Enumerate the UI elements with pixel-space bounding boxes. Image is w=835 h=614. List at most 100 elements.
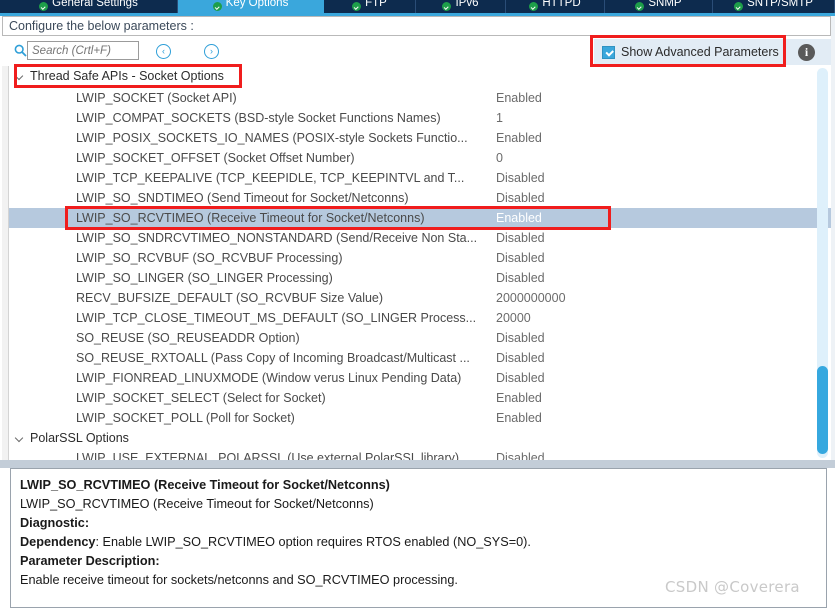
parameter-name: LWIP_SOCKET_POLL (Poll for Socket) <box>76 411 295 425</box>
checkbox-check-icon <box>602 45 615 59</box>
info-button[interactable]: i <box>782 39 831 65</box>
right-edge-strip <box>831 16 835 460</box>
tree-group-label: PolarSSL Options <box>30 431 129 445</box>
parameter-name: RECV_BUFSIZE_DEFAULT (SO_RCVBUF Size Val… <box>76 291 384 305</box>
check-circle-icon <box>529 2 539 11</box>
tab-snmp[interactable]: SNMP <box>605 0 713 13</box>
configure-bar-label: Configure the below parameters : <box>9 19 194 33</box>
parameter-name: LWIP_FIONREAD_LINUXMODE (Window verus Li… <box>76 371 462 385</box>
description-subtitle: LWIP_SO_RCVTIMEO (Receive Timeout for So… <box>20 497 374 511</box>
parameter-name: LWIP_SO_SNDTIMEO (Send Timeout for Socke… <box>76 191 409 205</box>
parameter-row[interactable]: LWIP_SOCKET_SELECT (Select for Socket) En… <box>9 388 831 408</box>
tree-group-polarssl-options[interactable]: PolarSSL Options <box>16 428 129 448</box>
dependency-label: Dependency <box>20 535 96 549</box>
parameter-row[interactable]: LWIP_SO_RCVTIMEO (Receive Timeout for So… <box>9 208 831 228</box>
tab-label: SNMP <box>648 0 682 9</box>
parameter-description-label: Parameter Description: <box>20 554 160 568</box>
parameter-value[interactable]: 20000 <box>496 311 696 325</box>
tab-label: FTP <box>365 0 387 9</box>
search-icon <box>14 44 27 57</box>
check-circle-icon <box>635 2 645 11</box>
search-input[interactable] <box>27 41 139 60</box>
check-circle-icon <box>734 2 744 11</box>
tab-sntp-smtp[interactable]: SNTP/SMTP <box>713 0 835 13</box>
pane-splitter[interactable] <box>0 460 835 468</box>
parameter-value[interactable]: 1 <box>496 111 696 125</box>
parameter-value[interactable]: Disabled <box>496 271 696 285</box>
search-prev-button[interactable]: ‹ <box>156 44 171 59</box>
tree-group-thread-safe-apis-socket-options[interactable]: Thread Safe APIs - Socket Options <box>16 66 224 86</box>
parameter-value[interactable]: Disabled <box>496 191 696 205</box>
parameter-value[interactable]: Enabled <box>496 131 696 145</box>
parameter-row[interactable]: LWIP_POSIX_SOCKETS_IO_NAMES (POSIX-style… <box>9 128 831 148</box>
parameter-row[interactable]: LWIP_SO_RCVBUF (SO_RCVBUF Processing) Dis… <box>9 248 831 268</box>
description-title: LWIP_SO_RCVTIMEO (Receive Timeout for So… <box>20 478 390 492</box>
tab-label: HTTPD <box>542 0 581 9</box>
check-circle-icon <box>352 2 362 11</box>
chevron-down-icon <box>16 72 25 81</box>
parameter-value[interactable]: Disabled <box>496 171 696 185</box>
check-circle-icon <box>212 2 222 11</box>
tab-ipv6[interactable]: IPv6 <box>416 0 506 13</box>
parameter-name: LWIP_TCP_CLOSE_TIMEOUT_MS_DEFAULT (SO_LI… <box>76 311 477 325</box>
parameter-row[interactable]: LWIP_FIONREAD_LINUXMODE (Window verus Li… <box>9 368 831 388</box>
parameter-row[interactable]: LWIP_TCP_CLOSE_TIMEOUT_MS_DEFAULT (SO_LI… <box>9 308 831 328</box>
parameter-value[interactable]: Disabled <box>496 351 696 365</box>
parameter-value[interactable]: Enabled <box>496 411 696 425</box>
check-circle-icon <box>39 2 49 11</box>
parameter-row[interactable]: LWIP_USE_EXTERNAL_POLARSSL (Use external… <box>9 448 831 460</box>
parameter-row[interactable]: LWIP_SOCKET_POLL (Poll for Socket) Enable… <box>9 408 831 428</box>
parameter-value[interactable]: 0 <box>496 151 696 165</box>
parameter-value[interactable]: Disabled <box>496 331 696 345</box>
parameter-name: SO_REUSE_RXTOALL (Pass Copy of Incoming … <box>76 351 470 365</box>
info-icon: i <box>798 43 815 61</box>
parameter-name: LWIP_SOCKET_OFFSET (Socket Offset Number… <box>76 151 355 165</box>
parameter-name: LWIP_SOCKET (Socket API) <box>76 91 237 105</box>
parameter-name: LWIP_SO_SNDRCVTIMEO_NONSTANDARD (Send/Re… <box>76 231 478 245</box>
parameter-name: LWIP_POSIX_SOCKETS_IO_NAMES (POSIX-style… <box>76 131 468 145</box>
show-advanced-parameters-label: Show Advanced Parameters <box>621 45 779 59</box>
tab-strip[interactable]: General Settings Key Options FTP IPv6 HTTPD S… <box>0 0 835 13</box>
diagnostic-label: Diagnostic: <box>20 516 90 530</box>
tab-general-settings[interactable]: General Settings <box>0 0 178 13</box>
tree-scrollbar[interactable] <box>817 68 828 458</box>
parameter-value[interactable]: Disabled <box>496 231 696 245</box>
parameter-name: LWIP_SO_LINGER (SO_LINGER Processing) <box>76 271 333 285</box>
parameter-row[interactable]: LWIP_COMPAT_SOCKETS (BSD-style Socket Fu… <box>9 108 831 128</box>
parameter-tree[interactable]: Thread Safe APIs - Socket Options LWIP_SO… <box>2 66 831 460</box>
search-next-button[interactable]: › <box>204 44 219 59</box>
chevron-down-icon <box>16 434 25 443</box>
parameter-value[interactable]: Disabled <box>496 371 696 385</box>
parameter-name: LWIP_SO_RCVTIMEO (Receive Timeout for So… <box>76 211 425 225</box>
tab-key-options[interactable]: Key Options <box>178 0 324 13</box>
parameter-row[interactable]: SO_REUSE_RXTOALL (Pass Copy of Incoming … <box>9 348 831 368</box>
parameter-row[interactable]: RECV_BUFSIZE_DEFAULT (SO_RCVBUF Size Val… <box>9 288 831 308</box>
tab-label: Key Options <box>225 0 289 9</box>
parameter-value[interactable]: Disabled <box>496 251 696 265</box>
tree-scrollbar-thumb[interactable] <box>817 366 828 454</box>
parameter-value[interactable]: Enabled <box>496 91 696 105</box>
parameter-value[interactable]: Disabled <box>496 451 696 460</box>
configure-bar: Configure the below parameters : <box>2 16 831 36</box>
parameter-name: LWIP_USE_EXTERNAL_POLARSSL (Use external… <box>76 451 460 460</box>
watermark: CSDN @Coverera <box>665 578 800 596</box>
parameter-row[interactable]: SO_REUSE (SO_REUSEADDR Option) Disabled <box>9 328 831 348</box>
parameter-name: LWIP_COMPAT_SOCKETS (BSD-style Socket Fu… <box>76 111 441 125</box>
parameter-row[interactable]: LWIP_TCP_KEEPALIVE (TCP_KEEPIDLE, TCP_KE… <box>9 168 831 188</box>
tab-httpd[interactable]: HTTPD <box>506 0 605 13</box>
parameter-value[interactable]: Enabled <box>496 391 696 405</box>
dependency-text: : Enable LWIP_SO_RCVTIMEO option require… <box>95 535 531 549</box>
parameter-row[interactable]: LWIP_SOCKET (Socket API) Enabled <box>9 88 831 108</box>
show-advanced-parameters-checkbox[interactable]: Show Advanced Parameters <box>594 39 782 65</box>
parameter-row[interactable]: LWIP_SOCKET_OFFSET (Socket Offset Number… <box>9 148 831 168</box>
parameter-value[interactable]: 2000000000 <box>496 291 696 305</box>
parameter-row[interactable]: LWIP_SO_SNDTIMEO (Send Timeout for Socke… <box>9 188 831 208</box>
parameter-row[interactable]: LWIP_SO_SNDRCVTIMEO_NONSTANDARD (Send/Re… <box>9 228 831 248</box>
check-circle-icon <box>442 2 452 11</box>
parameter-value[interactable]: Enabled <box>496 211 696 225</box>
tab-ftp[interactable]: FTP <box>324 0 416 13</box>
parameter-row[interactable]: LWIP_SO_LINGER (SO_LINGER Processing) Dis… <box>9 268 831 288</box>
tree-group-label: Thread Safe APIs - Socket Options <box>30 69 224 83</box>
parameter-name: LWIP_SO_RCVBUF (SO_RCVBUF Processing) <box>76 251 343 265</box>
tab-label: General Settings <box>52 0 138 9</box>
